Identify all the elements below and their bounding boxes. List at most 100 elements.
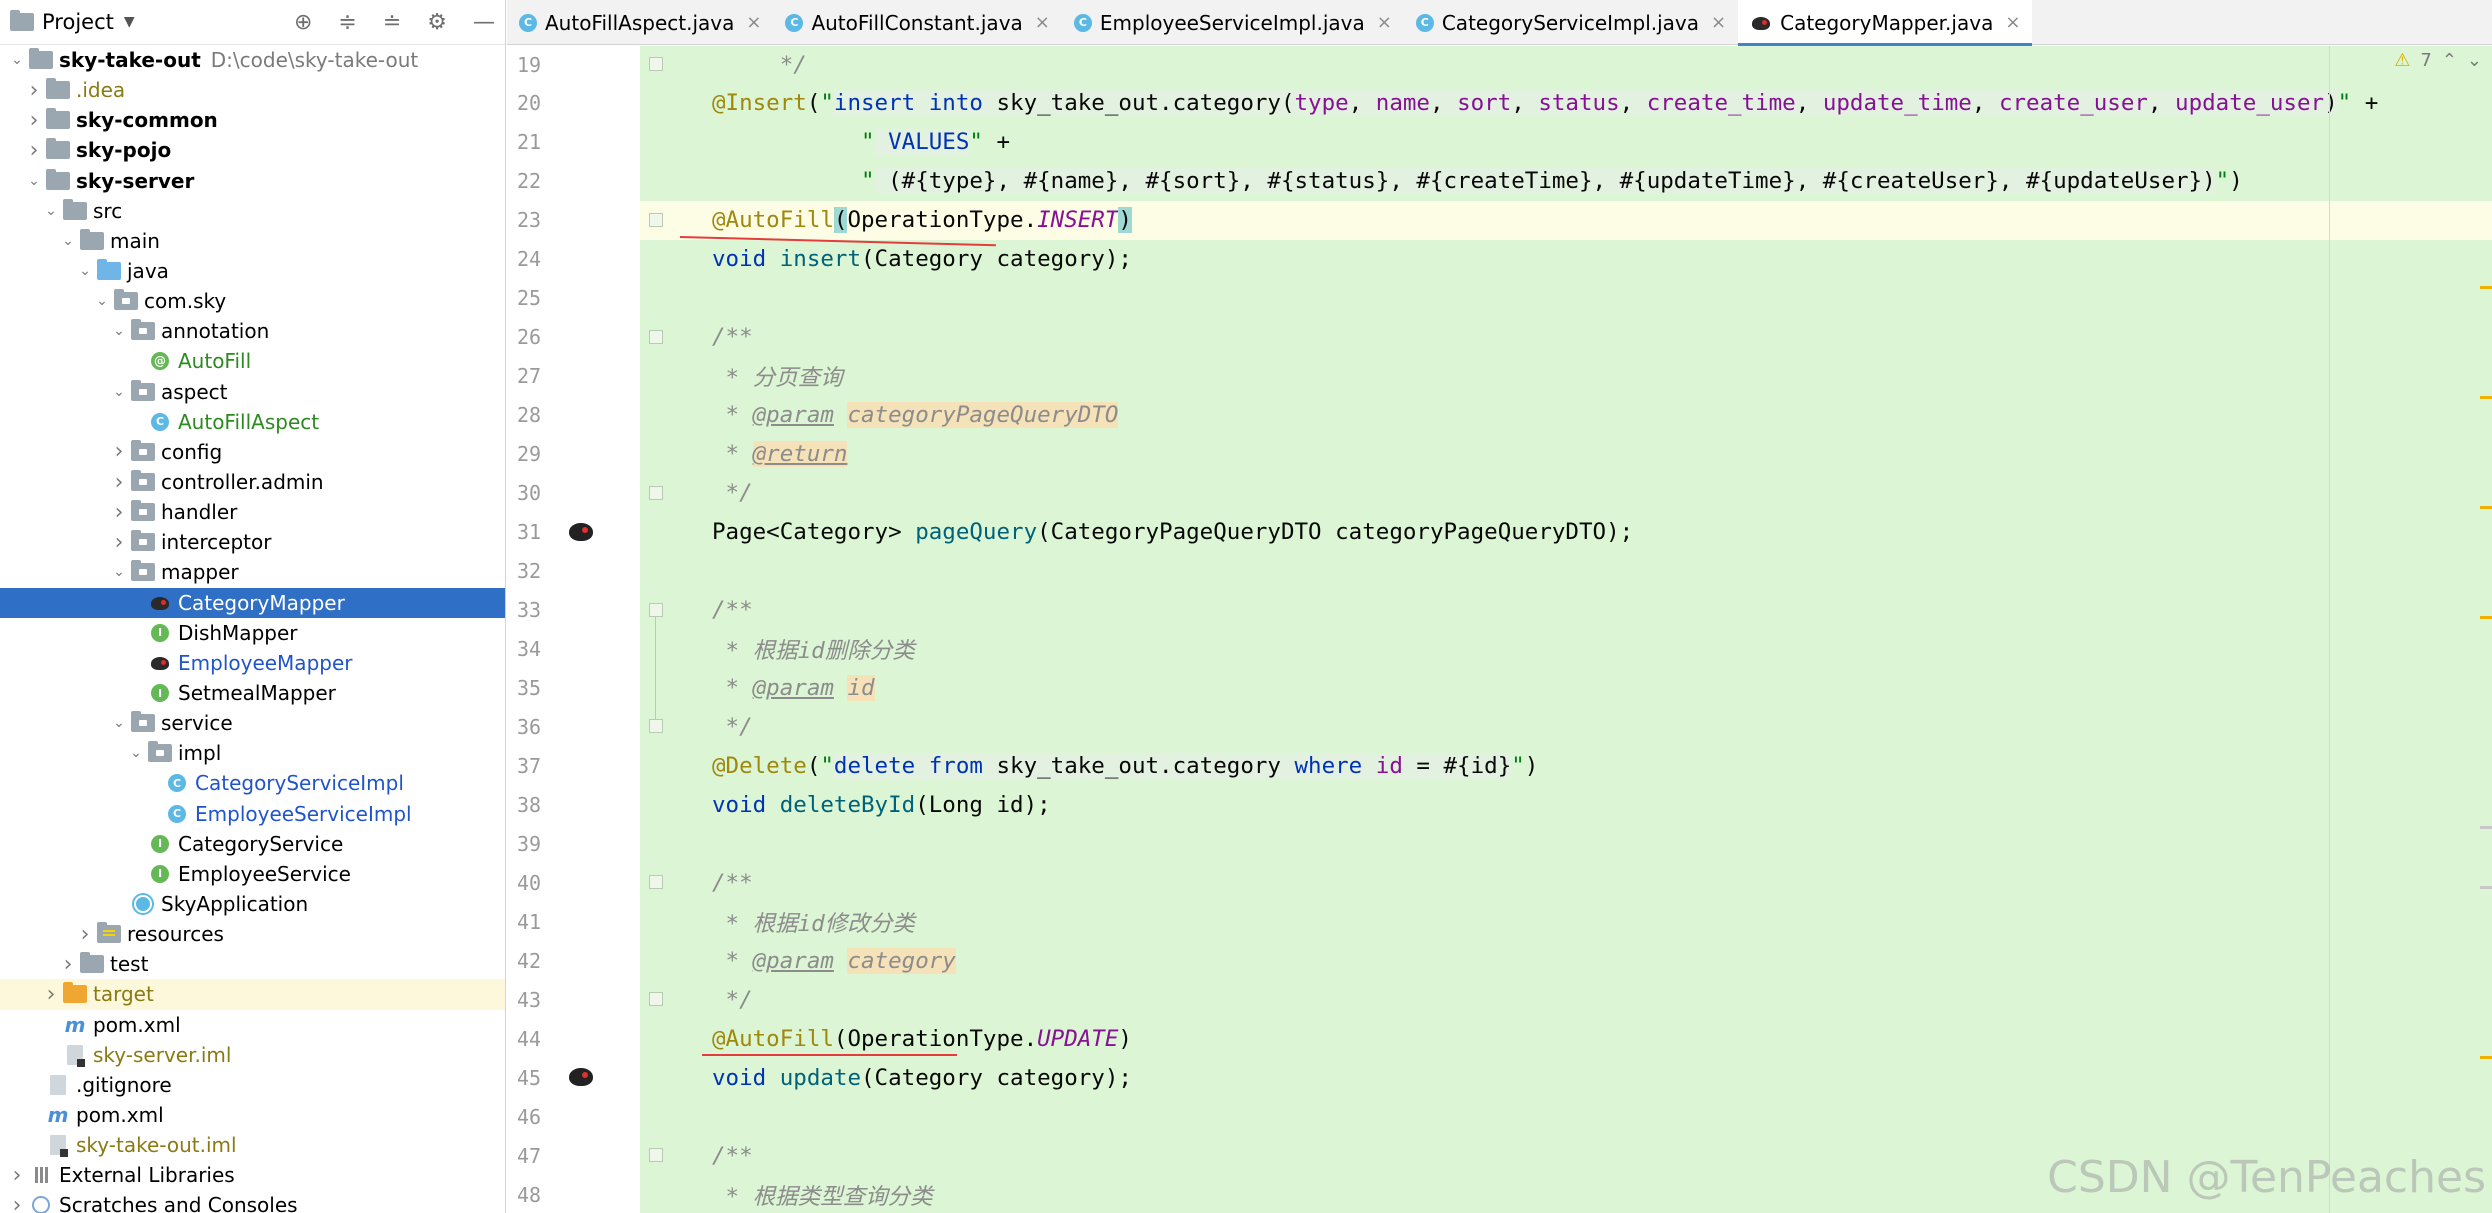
project-title[interactable]: Project <box>42 10 114 34</box>
chevron-down-icon[interactable]: ⌄ <box>108 715 130 731</box>
tree-item[interactable]: › resources <box>0 919 505 949</box>
code-line[interactable]: @Delete(" delete from sky_take_out.catego… <box>640 746 2492 785</box>
tree-item[interactable]: ›.gitignore <box>0 1070 505 1100</box>
warning-stripe-marker[interactable] <box>2480 286 2492 289</box>
line-number[interactable]: 36 <box>507 707 640 746</box>
line-number[interactable]: 40 <box>507 863 640 902</box>
expand-all-icon[interactable]: ≑ <box>338 10 356 35</box>
minimize-icon[interactable]: — <box>473 10 495 35</box>
line-number[interactable]: 33 <box>507 591 640 630</box>
code-line[interactable]: */ <box>640 707 2492 746</box>
line-number[interactable]: 42 <box>507 941 640 980</box>
chevron-down-icon[interactable]: ⌄ <box>6 52 28 68</box>
tree-item[interactable]: ⌄ java <box>0 256 505 286</box>
chevron-right-icon[interactable]: › <box>6 1163 28 1188</box>
collapse-all-icon[interactable]: ≐ <box>383 10 401 35</box>
code-line[interactable]: * @param id <box>640 669 2492 708</box>
code-line[interactable]: * @return <box>640 435 2492 474</box>
code-area[interactable]: */@Insert(" insert into sky_take_out.cate… <box>640 46 2492 1213</box>
tree-item[interactable]: › interceptor <box>0 527 505 557</box>
editor-tab[interactable]: C AutoFillAspect.java × <box>507 0 773 45</box>
tree-item[interactable]: ›SkyApplication <box>0 889 505 919</box>
tree-item[interactable]: ›mpom.xml <box>0 1100 505 1130</box>
code-line[interactable]: /** <box>640 591 2492 630</box>
chevron-down-icon[interactable]: ⌄ <box>2467 50 2482 71</box>
tree-item[interactable]: ›sky-take-out.iml <box>0 1130 505 1160</box>
code-line[interactable]: * @param categoryPageQueryDTO <box>640 396 2492 435</box>
line-number[interactable]: 22 <box>507 162 640 201</box>
editor-tab[interactable]: C EmployeeServiceImpl.java × <box>1062 0 1404 45</box>
line-number[interactable]: 45 <box>507 1058 640 1097</box>
line-number[interactable]: 28 <box>507 396 640 435</box>
tree-item[interactable]: ›CEmployeeServiceImpl <box>0 799 505 829</box>
gear-icon[interactable]: ⚙ <box>427 10 447 35</box>
chevron-down-icon[interactable]: ⌄ <box>125 745 147 761</box>
code-line[interactable]: */ <box>640 46 2492 84</box>
tree-item[interactable]: › handler <box>0 497 505 527</box>
code-line[interactable]: * @param category <box>640 941 2492 980</box>
editor-tab[interactable]: C AutoFillConstant.java × <box>773 0 1061 45</box>
tree-item[interactable]: › External Libraries <box>0 1160 505 1190</box>
code-line[interactable]: * 根据id删除分类 <box>640 630 2492 669</box>
line-number[interactable]: 38 <box>507 785 640 824</box>
line-number[interactable]: 39 <box>507 824 640 863</box>
tree-item[interactable]: › Scratches and Consoles <box>0 1190 505 1213</box>
tree-item[interactable]: ›mpom.xml <box>0 1010 505 1040</box>
fold-marker-icon[interactable] <box>649 1148 663 1163</box>
code-line[interactable] <box>640 1097 2492 1136</box>
tree-item[interactable]: ⌄ src <box>0 196 505 226</box>
mybatis-navigate-icon[interactable] <box>567 521 595 543</box>
tree-item[interactable]: ⌄ main <box>0 226 505 256</box>
chevron-down-icon[interactable]: ⌄ <box>74 263 96 279</box>
code-editor[interactable]: 19 20 21 22 23 24 25 26 27 28 29 30 31 32 33 34 35 36 37 38… <box>507 46 2492 1213</box>
warning-stripe-marker[interactable] <box>2480 616 2492 619</box>
line-number[interactable]: 31 <box>507 513 640 552</box>
editor-gutter[interactable]: 19 20 21 22 23 24 25 26 27 28 29 30 31 32 33 34 35 36 37 38… <box>507 46 640 1213</box>
fold-marker-icon[interactable] <box>649 57 663 71</box>
tree-item[interactable]: ⌄ service <box>0 708 505 738</box>
tree-item[interactable]: › test <box>0 949 505 979</box>
warning-stripe-marker[interactable] <box>2480 1056 2492 1059</box>
mybatis-navigate-icon[interactable] <box>567 1066 595 1088</box>
code-line[interactable]: */ <box>640 474 2492 513</box>
line-number[interactable]: 48 <box>507 1175 640 1213</box>
chevron-right-icon[interactable]: › <box>57 952 79 977</box>
tree-item[interactable]: ›sky-server.iml <box>0 1040 505 1070</box>
tree-item[interactable]: ›IDishMapper <box>0 618 505 648</box>
tree-item[interactable]: ›@AutoFill <box>0 346 505 376</box>
editor-tab[interactable]: CategoryMapper.java × <box>1738 0 2033 46</box>
fold-marker-icon[interactable] <box>649 329 663 344</box>
inspection-widget[interactable]: ⚠ 7 ⌃ ⌄ <box>2394 50 2482 71</box>
line-number[interactable]: 37 <box>507 746 640 785</box>
line-number[interactable]: 41 <box>507 902 640 941</box>
tree-item[interactable]: ⌄ sky-server <box>0 166 505 196</box>
chevron-right-icon[interactable]: › <box>108 439 130 464</box>
locate-icon[interactable]: ⊕ <box>294 10 312 35</box>
tree-item[interactable]: ⌄ aspect <box>0 377 505 407</box>
chevron-right-icon[interactable]: › <box>23 78 45 103</box>
line-number[interactable]: 30 <box>507 474 640 513</box>
chevron-right-icon[interactable]: › <box>40 982 62 1007</box>
chevron-down-icon[interactable]: ⌄ <box>57 233 79 249</box>
line-number[interactable]: 23 <box>507 201 640 240</box>
fold-marker-icon[interactable] <box>649 602 663 617</box>
tree-item[interactable]: ⌄ mapper <box>0 557 505 587</box>
tree-item[interactable]: ›CCategoryServiceImpl <box>0 768 505 798</box>
chevron-down-icon[interactable]: ▼ <box>124 14 135 30</box>
chevron-down-icon[interactable]: ⌄ <box>23 173 45 189</box>
line-number[interactable]: 35 <box>507 669 640 708</box>
tree-item[interactable]: ›ISetmealMapper <box>0 678 505 708</box>
line-number[interactable]: 26 <box>507 318 640 357</box>
close-icon[interactable]: × <box>1035 12 1050 33</box>
line-number[interactable]: 24 <box>507 240 640 279</box>
code-line[interactable]: * 分页查询 <box>640 357 2492 396</box>
code-line[interactable]: /** <box>640 863 2492 902</box>
line-number[interactable]: 47 <box>507 1136 640 1175</box>
line-number[interactable]: 20 <box>507 84 640 123</box>
chevron-right-icon[interactable]: › <box>6 1193 28 1213</box>
tree-item[interactable]: ⌄ annotation <box>0 316 505 346</box>
line-number[interactable]: 32 <box>507 552 640 591</box>
tree-item[interactable]: › target <box>0 979 505 1010</box>
chevron-right-icon[interactable]: › <box>108 500 130 525</box>
code-line[interactable]: " VALUES " + <box>640 123 2492 162</box>
